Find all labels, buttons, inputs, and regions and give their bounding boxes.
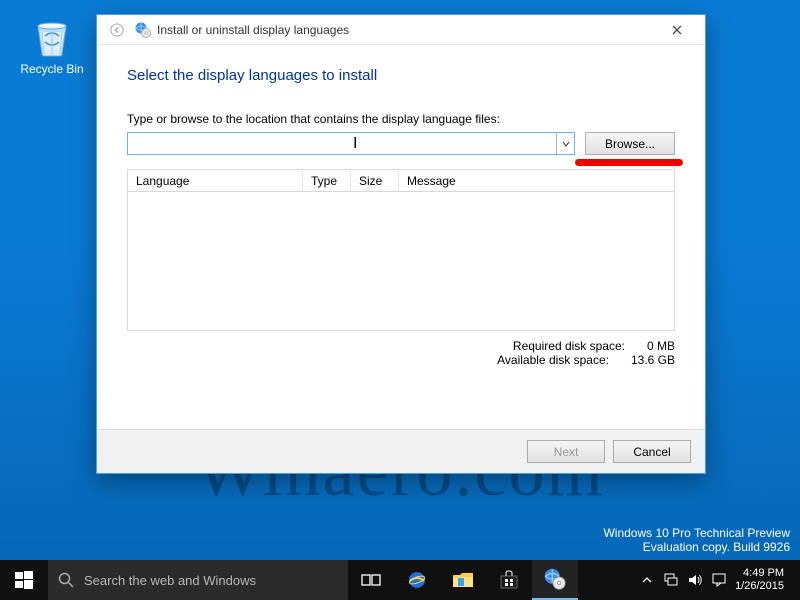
notifications-icon <box>711 572 727 588</box>
ie-icon <box>406 569 428 591</box>
chevron-up-icon <box>642 575 652 585</box>
taskbar-lpksetup-button[interactable] <box>532 560 578 600</box>
path-input[interactable] <box>128 133 556 154</box>
build-watermark: Windows 10 Pro Technical Preview Evaluat… <box>603 526 790 554</box>
text-cursor-icon: I <box>353 135 357 153</box>
dialog-heading: Select the display languages to install <box>127 67 675 84</box>
language-list[interactable] <box>127 191 675 331</box>
windows-logo-icon <box>15 571 33 589</box>
tray-overflow-button[interactable] <box>635 575 659 585</box>
start-button[interactable] <box>0 560 48 600</box>
recycle-bin-icon <box>28 12 76 60</box>
recycle-bin-desktop-icon[interactable]: Recycle Bin <box>16 12 88 76</box>
search-icon <box>58 572 74 588</box>
path-combobox[interactable]: I <box>127 132 575 155</box>
task-view-icon <box>361 572 381 588</box>
taskbar: Search the web and Windows <box>0 560 800 600</box>
column-type[interactable]: Type <box>303 170 351 191</box>
available-space-label: Available disk space: <box>459 353 609 367</box>
dialog-titlebar[interactable]: Install or uninstall display languages <box>97 15 705 45</box>
tray-volume-button[interactable] <box>683 572 707 588</box>
speaker-icon <box>687 572 703 588</box>
globe-cd-icon <box>544 568 566 590</box>
taskbar-explorer-button[interactable] <box>440 560 486 600</box>
annotation-underline <box>575 159 683 166</box>
available-space-value: 13.6 GB <box>631 353 675 367</box>
desktop: Winaero.com Windows 10 Pro Technical Pre… <box>0 0 800 600</box>
recycle-bin-label: Recycle Bin <box>16 62 88 76</box>
taskbar-clock[interactable]: 4:49 PM 1/26/2015 <box>731 567 792 593</box>
close-button[interactable] <box>655 16 699 44</box>
clock-date: 1/26/2015 <box>735 580 784 593</box>
system-tray: 4:49 PM 1/26/2015 <box>635 560 800 600</box>
store-icon <box>499 570 519 590</box>
column-size[interactable]: Size <box>351 170 399 191</box>
dialog-footer: Next Cancel <box>97 429 705 473</box>
dialog-body: Select the display languages to install … <box>97 45 705 379</box>
build-line-1: Windows 10 Pro Technical Preview <box>603 526 790 540</box>
build-line-2: Evaluation copy. Build 9926 <box>603 540 790 554</box>
language-list-header: Language Type Size Message <box>127 169 675 191</box>
taskbar-ie-button[interactable] <box>394 560 440 600</box>
next-button[interactable]: Next <box>527 440 605 463</box>
task-view-button[interactable] <box>348 560 394 600</box>
taskbar-store-button[interactable] <box>486 560 532 600</box>
tray-action-center-button[interactable] <box>707 572 731 588</box>
cancel-button[interactable]: Cancel <box>613 440 691 463</box>
column-language[interactable]: Language <box>128 170 303 191</box>
browse-button[interactable]: Browse... <box>585 132 675 155</box>
required-space-value: 0 MB <box>647 339 675 353</box>
search-placeholder: Search the web and Windows <box>84 573 256 588</box>
disk-space-info: Required disk space: 0 MB Available disk … <box>127 339 675 367</box>
dialog-title: Install or uninstall display languages <box>157 23 655 37</box>
column-message[interactable]: Message <box>399 170 674 191</box>
taskbar-search[interactable]: Search the web and Windows <box>48 560 348 600</box>
globe-cd-icon <box>135 22 151 38</box>
path-instruction-label: Type or browse to the location that cont… <box>127 112 675 126</box>
chevron-down-icon <box>562 140 570 148</box>
required-space-label: Required disk space: <box>475 339 625 353</box>
folder-icon <box>452 571 474 589</box>
tray-network-button[interactable] <box>659 572 683 588</box>
clock-time: 4:49 PM <box>735 567 784 580</box>
language-install-dialog: Install or uninstall display languages S… <box>96 14 706 474</box>
taskbar-pinned-apps <box>348 560 578 600</box>
path-dropdown-button[interactable] <box>556 133 574 154</box>
network-icon <box>663 572 679 588</box>
back-button[interactable] <box>107 20 127 40</box>
